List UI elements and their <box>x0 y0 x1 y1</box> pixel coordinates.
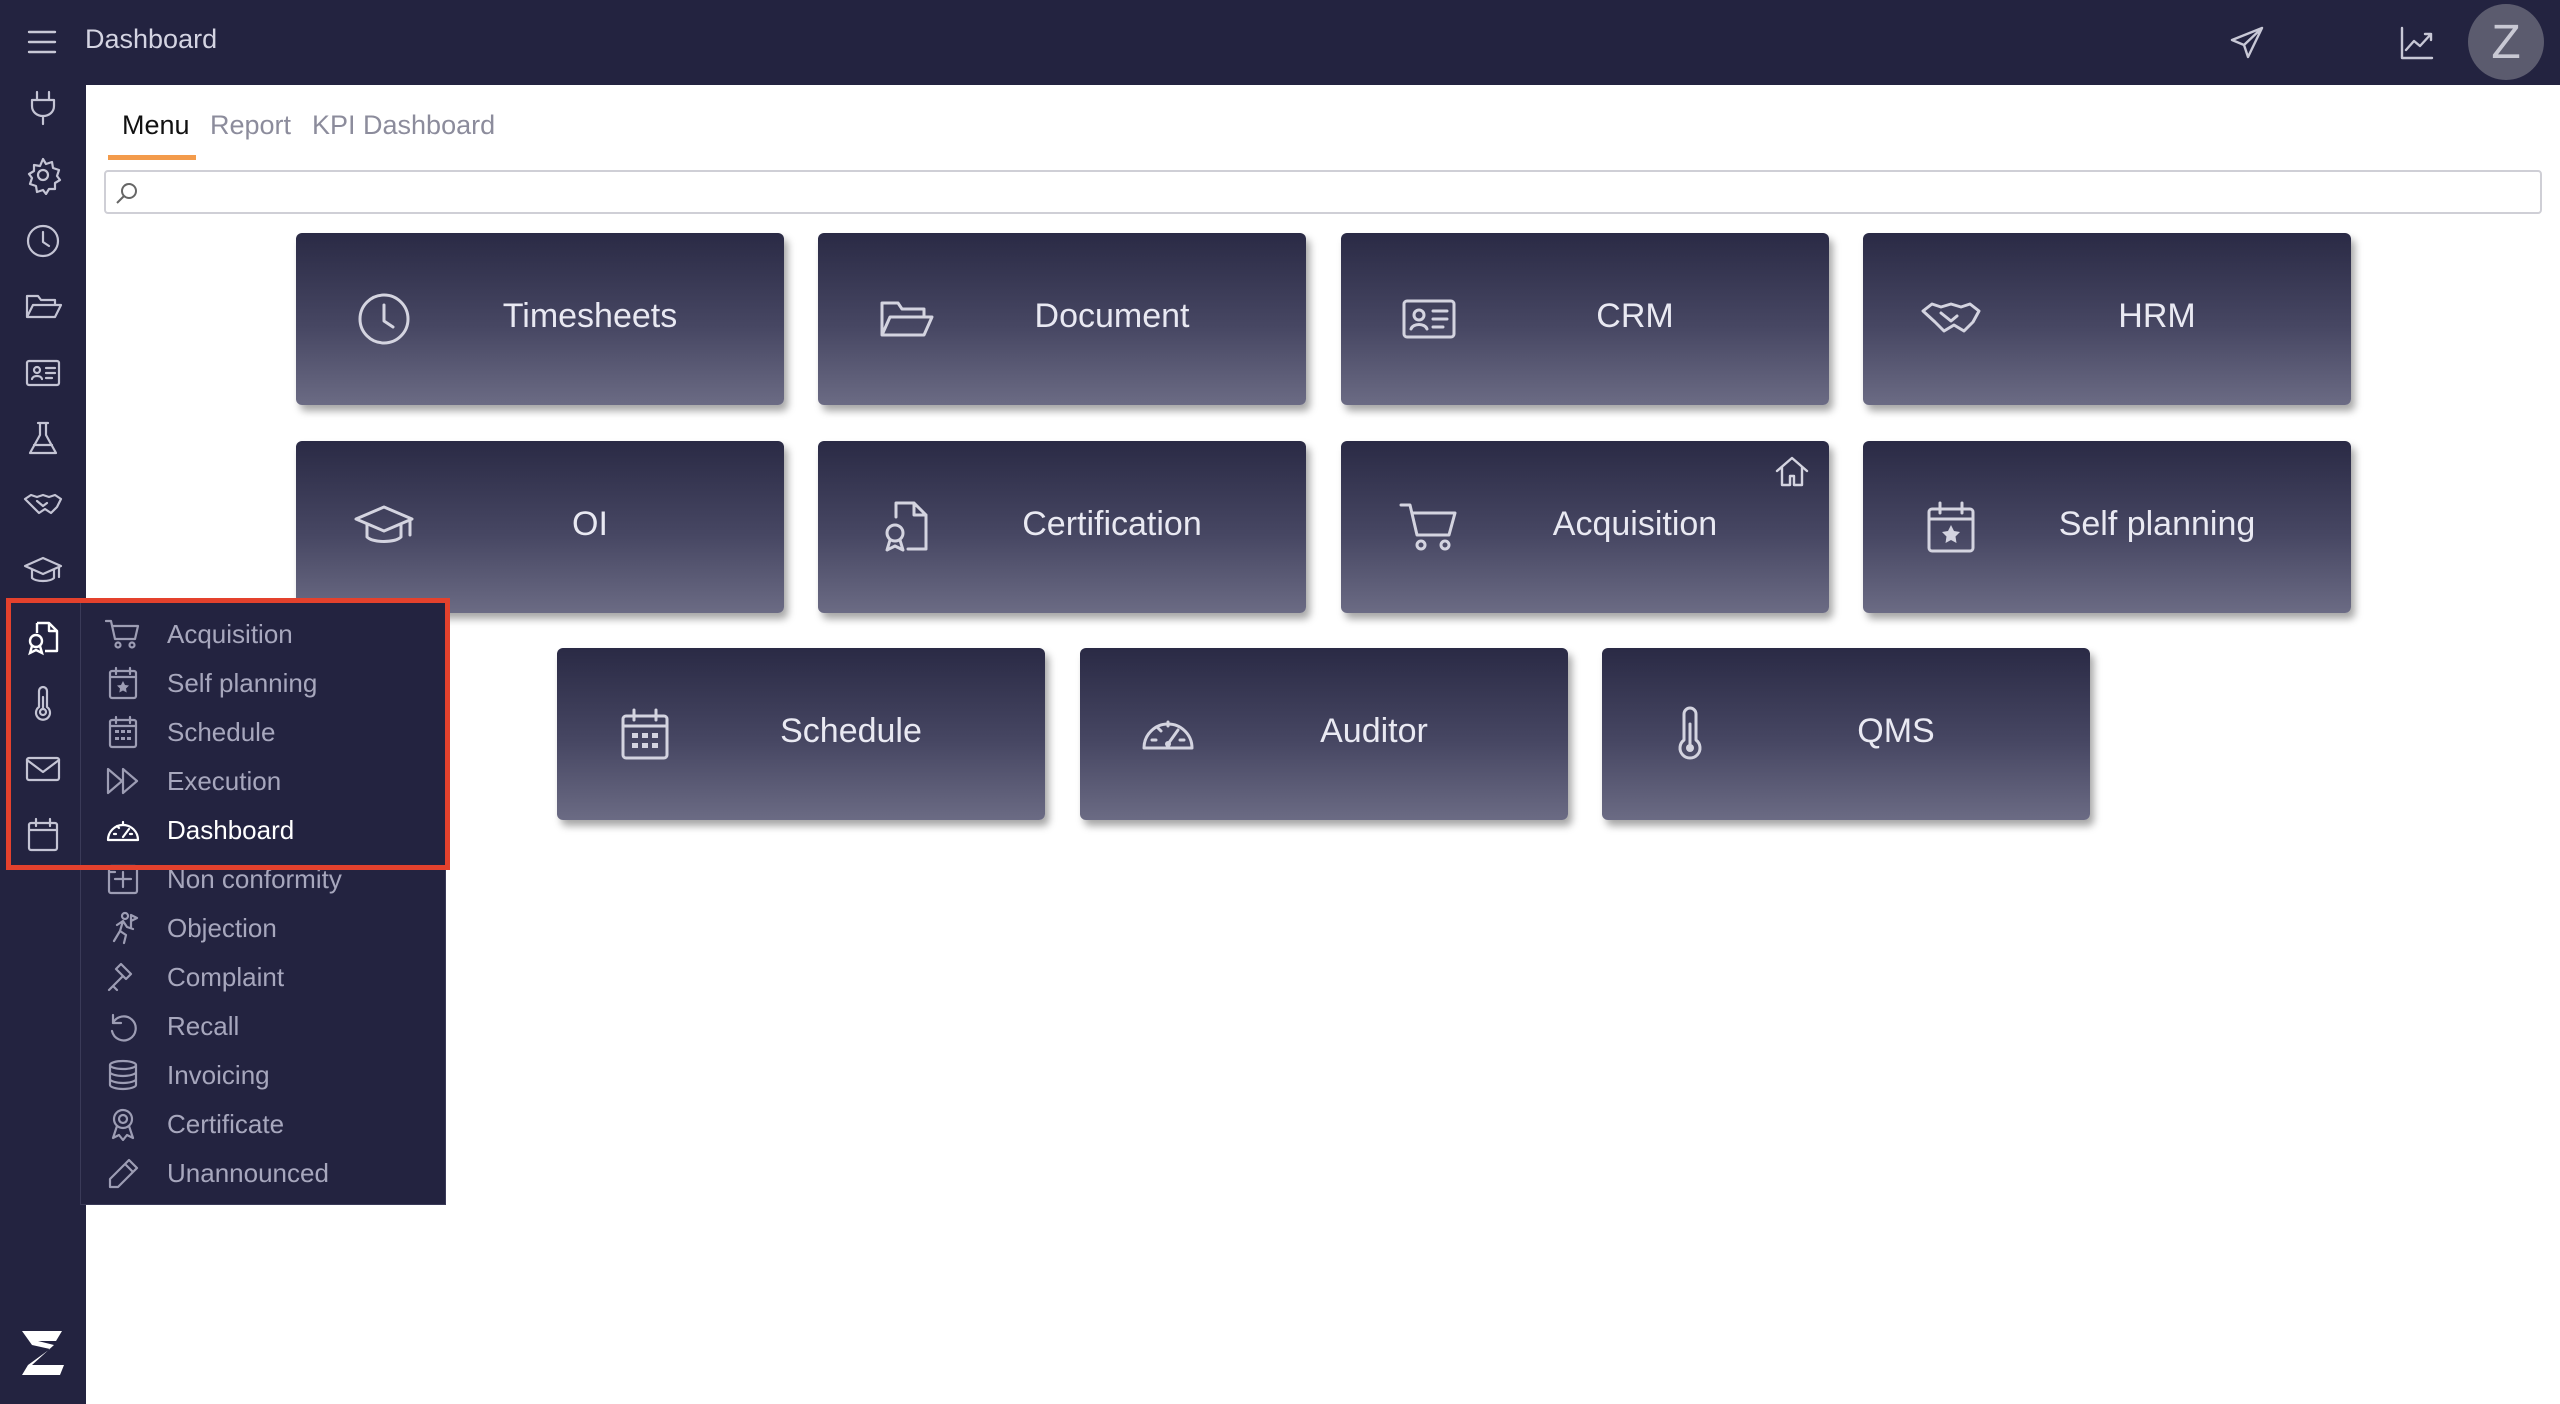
pen-icon <box>105 1156 141 1190</box>
handshake-icon[interactable] <box>23 485 63 525</box>
folder-open-icon <box>876 289 936 349</box>
sidebar <box>0 85 86 1404</box>
folder-open-icon[interactable] <box>23 287 63 327</box>
fast-forward-icon <box>105 764 141 798</box>
submenu-item-self-planning[interactable]: Self planning <box>81 658 447 707</box>
search-input[interactable] <box>146 176 2526 208</box>
award-icon <box>105 1107 141 1141</box>
submenu-item-execution[interactable]: Execution <box>81 756 447 805</box>
submenu-item-dashboard[interactable]: Dashboard <box>81 805 447 854</box>
tab-kpi-dashboard[interactable]: KPI Dashboard <box>312 110 495 141</box>
search-bar <box>104 170 2542 214</box>
submenu-item-label: Invoicing <box>167 1060 270 1090</box>
z-logo[interactable] <box>18 1325 68 1381</box>
line-chart-icon[interactable] <box>2398 24 2436 62</box>
handshake-icon <box>1921 289 1981 349</box>
tile-label: Timesheets <box>502 297 678 335</box>
submenu-item-objection[interactable]: Objection <box>81 903 447 952</box>
submenu-item-unannounced[interactable]: Unannounced <box>81 1148 447 1197</box>
active-tab-indicator <box>108 155 196 160</box>
home-icon[interactable] <box>1773 453 1811 491</box>
tile-label: Certification <box>1022 505 1202 543</box>
clock-icon <box>354 289 414 349</box>
plus-square-icon <box>105 862 141 896</box>
submenu-item-label: Dashboard <box>167 815 295 845</box>
submenu-item-non-conformity[interactable]: Non conformity <box>81 854 447 903</box>
certificate-file-icon[interactable] <box>23 617 63 657</box>
gauge-icon <box>105 813 141 847</box>
gear-icon[interactable] <box>23 155 63 195</box>
gavel-icon <box>105 960 141 994</box>
tile-label: Self planning <box>2058 505 2256 543</box>
tile-label: Acquisition <box>1552 505 1718 543</box>
tile-qms[interactable]: QMS <box>1602 648 2090 820</box>
submenu-item-label: Non conformity <box>167 864 342 894</box>
submenu-item-label: Execution <box>167 766 282 796</box>
tile-label: OI <box>572 505 608 543</box>
tile-label: QMS <box>1857 712 1935 750</box>
submenu-item-invoicing[interactable]: Invoicing <box>81 1050 447 1099</box>
calendar-star-icon <box>1921 497 1981 557</box>
flask-icon[interactable] <box>23 419 63 459</box>
submenu-item-label: Schedule <box>167 717 276 747</box>
undo-icon <box>105 1009 141 1043</box>
hamburger-menu-icon[interactable] <box>26 26 58 58</box>
tile-document[interactable]: Document <box>818 233 1306 405</box>
tile-oi[interactable]: OI <box>296 441 784 613</box>
tile-schedule[interactable]: Schedule <box>557 648 1045 820</box>
submenu-item-acquisition[interactable]: Acquisition <box>81 609 447 658</box>
submenu-item-label: Certificate <box>167 1109 285 1139</box>
thermometer-icon[interactable] <box>23 683 63 723</box>
tile-label: Auditor <box>1320 712 1428 750</box>
submenu-item-schedule[interactable]: Schedule <box>81 707 447 756</box>
tab-report[interactable]: Report <box>210 110 291 141</box>
gauge-icon <box>1138 704 1198 764</box>
shopping-cart-icon <box>1399 497 1459 557</box>
submenu-item-recall[interactable]: Recall <box>81 1001 447 1050</box>
submenu-item-label: Acquisition <box>167 619 293 649</box>
submenu-item-label: Objection <box>167 913 277 943</box>
tile-timesheets[interactable]: Timesheets <box>296 233 784 405</box>
shopping-cart-icon <box>105 617 141 651</box>
graduation-cap-icon <box>354 497 414 557</box>
submenu-item-label: Recall <box>167 1011 240 1041</box>
calendar-grid-icon <box>105 715 141 749</box>
tile-label: Document <box>1034 297 1190 335</box>
tile-certification[interactable]: Certification <box>818 441 1306 613</box>
submenu-item-complaint[interactable]: Complaint <box>81 952 447 1001</box>
thermometer-icon <box>1660 704 1720 764</box>
paper-plane-icon[interactable] <box>2228 24 2266 62</box>
tile-crm[interactable]: CRM <box>1341 233 1829 405</box>
plug-icon[interactable] <box>23 88 63 128</box>
certificate-file-icon <box>876 497 936 557</box>
id-card-icon <box>1399 289 1459 349</box>
page-title: Dashboard <box>85 24 218 54</box>
calendar-grid-icon <box>615 704 675 764</box>
avatar[interactable]: Z <box>2468 4 2544 80</box>
submenu-item-label: Unannounced <box>167 1158 329 1188</box>
submenu-item-label: Complaint <box>167 962 285 992</box>
calendar-icon[interactable] <box>23 815 63 855</box>
id-card-icon[interactable] <box>23 353 63 393</box>
calendar-star-icon <box>105 666 141 700</box>
tab-menu[interactable]: Menu <box>122 110 190 141</box>
submenu-item-label: Self planning <box>167 668 318 698</box>
tile-hrm[interactable]: HRM <box>1863 233 2351 405</box>
search-icon <box>114 180 140 206</box>
submenu-popup: Acquisition Self planning Schedule Execu… <box>80 600 446 1205</box>
tile-label: HRM <box>2118 297 2196 335</box>
clock-icon[interactable] <box>23 221 63 261</box>
tile-acquisition[interactable]: Acquisition <box>1341 441 1829 613</box>
tile-auditor[interactable]: Auditor <box>1080 648 1568 820</box>
tile-label: Schedule <box>780 712 922 750</box>
coins-icon <box>105 1058 141 1092</box>
submenu-item-certificate[interactable]: Certificate <box>81 1099 447 1148</box>
envelope-icon[interactable] <box>23 749 63 789</box>
graduation-cap-icon[interactable] <box>23 551 63 591</box>
tile-self-planning[interactable]: Self planning <box>1863 441 2351 613</box>
running-person-icon <box>105 911 141 945</box>
tile-label: CRM <box>1596 297 1674 335</box>
top-bar: Dashboard Z <box>0 0 2560 85</box>
